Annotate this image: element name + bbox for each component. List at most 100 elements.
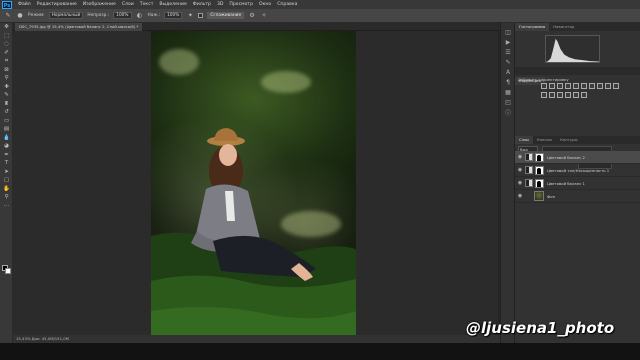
posterize-icon[interactable] [557, 92, 563, 98]
brush-preset-icon[interactable]: ✎ [4, 12, 12, 20]
black-white-icon[interactable] [597, 83, 603, 89]
actions-panel-icon[interactable]: ▶ [501, 37, 515, 47]
menu-filter[interactable]: Фильтр [190, 2, 214, 7]
selective-color-icon[interactable] [581, 92, 587, 98]
move-tool-icon[interactable]: ✥ [0, 23, 13, 32]
clone-stamp-tool-icon[interactable]: ♜ [0, 100, 13, 109]
history-brush-tool-icon[interactable]: ↺ [0, 108, 13, 117]
tab-layers[interactable]: Слои [515, 136, 533, 144]
mode-label: Режим: [28, 13, 45, 18]
tab-channels[interactable]: Каналы [533, 136, 556, 144]
layer-mask-thumbnail[interactable] [535, 165, 544, 175]
layer-name: Цветовой баланс 2 [547, 154, 585, 160]
healing-brush-tool-icon[interactable]: ✚ [0, 83, 13, 92]
zoom-tool-icon[interactable]: ⚲ [0, 193, 13, 202]
swatches-panel-icon[interactable]: ▦ [501, 87, 515, 97]
crop-tool-icon[interactable]: ⌗ [0, 57, 13, 66]
properties-panel-icon[interactable]: ☰ [501, 47, 515, 57]
blur-tool-icon[interactable]: 💧 [0, 134, 13, 143]
threshold-icon[interactable] [565, 92, 571, 98]
vibrance-icon[interactable] [573, 83, 579, 89]
shape-tool-icon[interactable]: ▢ [0, 176, 13, 185]
layer-row-color-balance-2[interactable]: ◉ Цветовой баланс 2 [515, 151, 640, 164]
menu-image[interactable]: Изображение [80, 2, 119, 7]
layer-name: Цветовой тон/Насыщенность 1 [547, 167, 610, 173]
layer-mask-thumbnail[interactable] [535, 152, 544, 162]
tab-navigator[interactable]: Навигатор [549, 23, 578, 31]
type-tool-icon[interactable]: T [0, 159, 13, 168]
channel-mixer-icon[interactable] [613, 83, 619, 89]
gradient-map-icon[interactable] [573, 92, 579, 98]
layer-name: Цветовой баланс 1 [547, 180, 585, 186]
pen-tool-icon[interactable]: ✒ [0, 151, 13, 160]
paragraph-panel-icon[interactable]: ¶ [501, 77, 515, 87]
color-lookup-icon[interactable] [541, 92, 547, 98]
gear-icon[interactable]: ⚙ [248, 12, 256, 20]
menu-select[interactable]: Выделение [156, 2, 189, 7]
layer-row-color-balance-1[interactable]: ◉ Цветовой баланс 1 [515, 177, 640, 190]
brush-size-icon[interactable]: ● [16, 12, 24, 20]
libraries-panel-icon[interactable]: ◰ [501, 97, 515, 107]
menu-window[interactable]: Окно [256, 2, 274, 7]
brightness-contrast-icon[interactable] [541, 83, 547, 89]
marquee-tool-icon[interactable]: ⬚ [0, 32, 13, 41]
pressure-opacity-icon[interactable]: ◐ [136, 12, 144, 20]
frame-tool-icon[interactable]: ⊠ [0, 66, 13, 75]
levels-icon[interactable] [549, 83, 555, 89]
info-panel-icon[interactable]: ⓘ [501, 107, 515, 117]
layers-tabs: Слои Каналы Контуры [515, 136, 640, 144]
watermark-text: @ljusiena1_photo [466, 319, 615, 337]
menu-3d[interactable]: 3D [214, 2, 226, 7]
symmetry-icon[interactable]: ✧ [260, 12, 268, 20]
adjustment-thumbnail [525, 153, 533, 161]
menu-layers[interactable]: Слои [119, 2, 137, 7]
lasso-tool-icon[interactable]: ◌ [0, 40, 13, 49]
invert-icon[interactable] [549, 92, 555, 98]
visibility-eye-icon[interactable]: ◉ [515, 154, 525, 160]
eraser-tool-icon[interactable]: ▭ [0, 117, 13, 126]
more-tools-icon[interactable]: ⋯ [0, 202, 13, 211]
smoothing-button[interactable]: Сглаживание [207, 12, 245, 19]
hue-saturation-icon[interactable] [581, 83, 587, 89]
adjustments-subtitle: Добавить корректировку [518, 77, 569, 82]
dodge-tool-icon[interactable]: ◕ [0, 142, 13, 151]
mode-select[interactable]: Нормальный [48, 12, 84, 19]
photo-canvas[interactable] [151, 31, 356, 339]
background-color-swatch[interactable] [5, 268, 11, 274]
layer-row-background[interactable]: ◉ Фон [515, 190, 640, 203]
eyedropper-tool-icon[interactable]: ⚲ [0, 74, 13, 83]
photo-filter-icon[interactable] [605, 83, 611, 89]
brush-tool-icon[interactable]: ✎ [0, 91, 13, 100]
menu-edit[interactable]: Редактирование [34, 2, 80, 7]
menu-help[interactable]: Справка [274, 2, 300, 7]
opacity-field[interactable]: 100% [113, 12, 132, 19]
curves-icon[interactable] [557, 83, 563, 89]
document-tab[interactable]: DSC_7935.jpg @ 15,4% (Цветовой баланс 2,… [15, 23, 143, 31]
adjustments-tab-bar: Коррекция [515, 67, 640, 85]
menu-view[interactable]: Просмотр [226, 2, 256, 7]
airbrush-icon[interactable]: ✦ [186, 12, 194, 20]
hand-tool-icon[interactable]: ✋ [0, 185, 13, 194]
path-select-tool-icon[interactable]: ➤ [0, 168, 13, 177]
tab-paths[interactable]: Контуры [556, 136, 581, 144]
history-panel-icon[interactable]: ◫ [501, 27, 515, 37]
character-panel-icon[interactable]: A [501, 67, 515, 77]
quick-select-tool-icon[interactable]: ✐ [0, 49, 13, 58]
gradient-tool-icon[interactable]: ▤ [0, 125, 13, 134]
layer-row-hue-saturation-1[interactable]: ◉ Цветовой тон/Насыщенность 1 [515, 164, 640, 177]
visibility-eye-icon[interactable]: ◉ [515, 180, 525, 186]
menu-text[interactable]: Текст [137, 2, 157, 7]
bottom-strip [0, 343, 640, 360]
smoothing-checkbox[interactable] [198, 13, 204, 18]
brushes-panel-icon[interactable]: ✎ [501, 57, 515, 67]
visibility-eye-icon[interactable]: ◉ [515, 167, 525, 173]
tab-histogram[interactable]: Гистограмма [515, 23, 550, 31]
menu-file[interactable]: Файл [15, 2, 34, 7]
visibility-eye-icon[interactable]: ◉ [515, 193, 525, 199]
color-balance-icon[interactable] [589, 83, 595, 89]
portrait-woman-in-grass [151, 128, 356, 339]
tool-options-bar: ✎ ● Режим: Нормальный Непрозр.: 100% ◐ Н… [0, 9, 640, 23]
flow-field[interactable]: 100% [164, 12, 183, 19]
exposure-icon[interactable] [565, 83, 571, 89]
layer-mask-thumbnail[interactable] [535, 178, 544, 188]
